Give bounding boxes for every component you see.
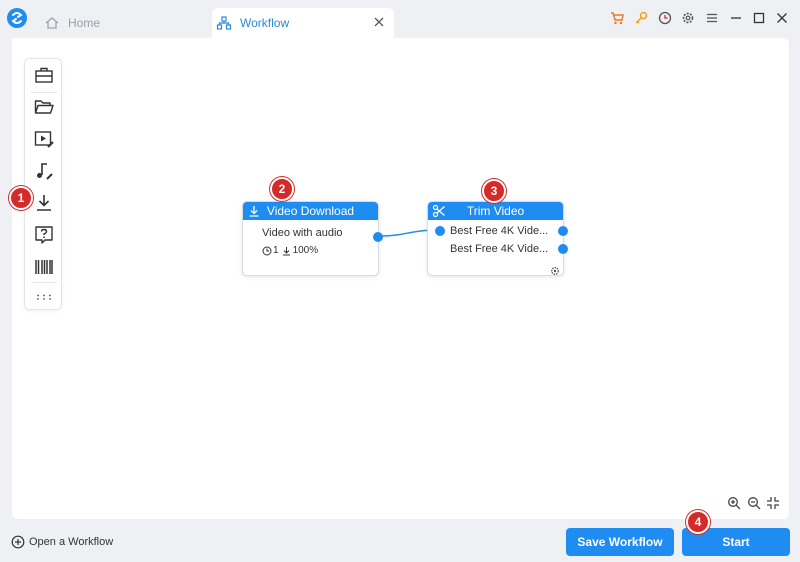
output-port[interactable]	[373, 232, 383, 242]
tab-home[interactable]: Home	[40, 8, 200, 38]
close-icon[interactable]	[775, 11, 789, 25]
node-title: Video Download	[266, 204, 355, 218]
queue-icon	[262, 246, 272, 255]
node-title: Trim Video	[466, 204, 525, 218]
zoom-out-icon[interactable]	[747, 496, 761, 510]
connection-line	[377, 229, 441, 237]
node-header: Trim Video	[428, 202, 563, 220]
download-icon	[282, 246, 290, 255]
minimize-icon[interactable]	[729, 11, 743, 25]
tab-close-icon[interactable]	[372, 15, 386, 29]
menu-icon[interactable]	[705, 11, 719, 25]
save-workflow-button[interactable]: Save Workflow	[566, 528, 674, 556]
settings-icon[interactable]	[681, 11, 695, 25]
node-settings-icon[interactable]	[550, 263, 560, 275]
tab-workflow-label: Workflow	[240, 16, 290, 30]
fit-view-icon[interactable]	[766, 496, 780, 510]
clock-icon[interactable]	[658, 11, 672, 25]
step-badge: 1	[9, 186, 33, 210]
video-download-node[interactable]: Video Download Video with audio 1 100%	[242, 201, 383, 276]
trim-video-node[interactable]: Trim Video Best Free 4K Vide... Best Fre…	[427, 201, 568, 276]
output-port[interactable]	[558, 244, 568, 254]
download-icon	[247, 204, 261, 218]
workflow-canvas[interactable]: Video Download Video with audio 1 100% T…	[9, 38, 789, 519]
node-input-label: Best Free 4K Vide...	[450, 243, 549, 255]
node-status: 1 100%	[262, 245, 318, 256]
tab-home-label: Home	[68, 16, 101, 30]
node-progress: 100%	[292, 245, 319, 256]
tab-workflow[interactable]: Workflow	[212, 8, 394, 38]
node-count: 1	[273, 245, 279, 256]
open-workflow-label: Open a Workflow	[29, 536, 114, 548]
app-logo-icon	[7, 8, 27, 28]
node-subtitle: Video with audio	[262, 227, 343, 239]
key-icon[interactable]	[634, 11, 648, 25]
step-badge: 2	[270, 177, 294, 201]
maximize-icon[interactable]	[752, 11, 766, 25]
input-port[interactable]	[435, 226, 445, 236]
title-bar: Home Workflow	[0, 0, 800, 38]
node-input-label: Best Free 4K Vide...	[450, 225, 549, 237]
scissors-icon	[432, 204, 446, 218]
home-icon	[44, 15, 60, 31]
add-circle-icon	[11, 535, 25, 549]
workflow-icon	[216, 15, 232, 31]
step-badge: 4	[686, 510, 710, 534]
zoom-in-icon[interactable]	[727, 496, 741, 510]
open-workflow-link[interactable]: Open a Workflow	[11, 533, 113, 551]
step-badge: 3	[482, 179, 506, 203]
cart-icon[interactable]	[610, 11, 624, 25]
node-header: Video Download	[243, 202, 378, 220]
output-port[interactable]	[558, 226, 568, 236]
